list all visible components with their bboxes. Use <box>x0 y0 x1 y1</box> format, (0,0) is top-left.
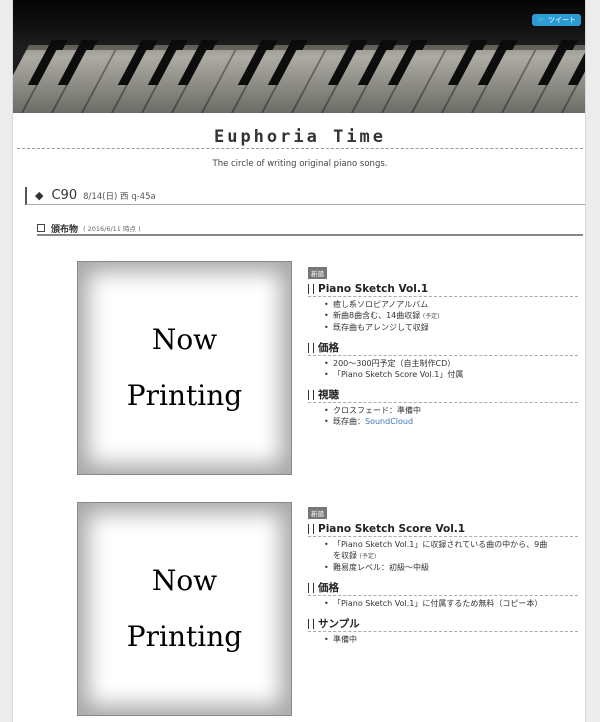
feature-list: 癒し系ソロピアノアルバム 新曲8曲含む、14曲収録 (予定) 既存曲もアレンジし… <box>308 299 578 333</box>
list-item: 難易度レベル：初級〜中級 <box>324 562 578 573</box>
header-image: 🐦 ツイート <box>13 0 585 113</box>
list-item: 準備中 <box>324 634 578 645</box>
price-heading: 価格 <box>308 581 578 596</box>
price-list: 「Piano Sketch Vol.1」に付属するため無料（コピー本） <box>308 598 578 609</box>
distribution-heading: 頒布物 ( 2016/6/11 時点 ) <box>37 222 583 236</box>
product-title: Piano Sketch Vol.1 <box>308 282 578 297</box>
distribution-label: 頒布物 <box>51 224 79 235</box>
event-name: C90 <box>51 188 78 203</box>
list-item: 「Piano Sketch Score Vol.1」付属 <box>324 369 578 380</box>
list-item: クロスフェード：準備中 <box>324 405 578 416</box>
product-cover-image: Now Printing <box>77 502 292 716</box>
event-detail: 8/14(日) 西 q-45a <box>83 191 156 202</box>
price-list: 200〜300円予定（自主制作CD） 「Piano Sketch Score V… <box>308 358 578 380</box>
list-item: 既存曲：SoundCloud <box>324 416 578 427</box>
cover-text-now: Now <box>151 323 218 356</box>
list-item: 既存曲もアレンジして収録 <box>324 322 578 333</box>
title-divider <box>17 148 583 149</box>
checkbox-icon <box>37 224 45 232</box>
event-heading: ◆ C90 8/14(日) 西 q-45a <box>25 187 585 205</box>
cover-text-printing: Printing <box>126 379 243 412</box>
new-badge: 新譜 <box>308 267 327 279</box>
list-item: 癒し系ソロピアノアルバム <box>324 299 578 310</box>
site-title[interactable]: Euphoria Time <box>13 127 585 147</box>
sample-list: 準備中 <box>308 634 578 645</box>
tweet-label: ツイート <box>548 16 576 24</box>
diamond-icon: ◆ <box>35 189 44 202</box>
soundcloud-link[interactable]: SoundCloud <box>365 417 413 426</box>
feature-list: 「Piano Sketch Vol.1」に収録されている曲の中から、9曲を収録 … <box>308 539 578 573</box>
list-item: 新曲8曲含む、14曲収録 (予定) <box>324 310 578 322</box>
distribution-date: ( 2016/6/11 時点 ) <box>83 225 141 233</box>
cover-text-printing: Printing <box>126 620 243 653</box>
new-badge: 新譜 <box>308 507 327 519</box>
price-heading: 価格 <box>308 341 578 356</box>
list-item: 200〜300円予定（自主制作CD） <box>324 358 578 369</box>
page-container: 🐦 ツイート Euphoria Time The circle of writi… <box>12 0 586 722</box>
list-item: 「Piano Sketch Vol.1」に付属するため無料（コピー本） <box>324 598 578 609</box>
product-info: 新譜 Piano Sketch Vol.1 癒し系ソロピアノアルバム 新曲8曲含… <box>308 261 578 435</box>
site-tagline: The circle of writing original piano son… <box>212 159 388 169</box>
product-cover-image: Now Printing <box>77 261 292 475</box>
listen-list: クロスフェード：準備中 既存曲：SoundCloud <box>308 405 578 427</box>
product-info: 新譜 Piano Sketch Score Vol.1 「Piano Sketc… <box>308 501 578 653</box>
list-item: 「Piano Sketch Vol.1」に収録されている曲の中から、9曲を収録 … <box>324 539 578 562</box>
cover-text-now: Now <box>151 564 218 597</box>
listen-heading: 視聴 <box>308 388 578 403</box>
product-title: Piano Sketch Score Vol.1 <box>308 522 578 537</box>
sample-heading: サンプル <box>308 617 578 632</box>
twitter-bird-icon: 🐦 <box>537 16 546 24</box>
piano-keys-image <box>13 0 585 113</box>
tweet-button[interactable]: 🐦 ツイート <box>532 14 581 26</box>
